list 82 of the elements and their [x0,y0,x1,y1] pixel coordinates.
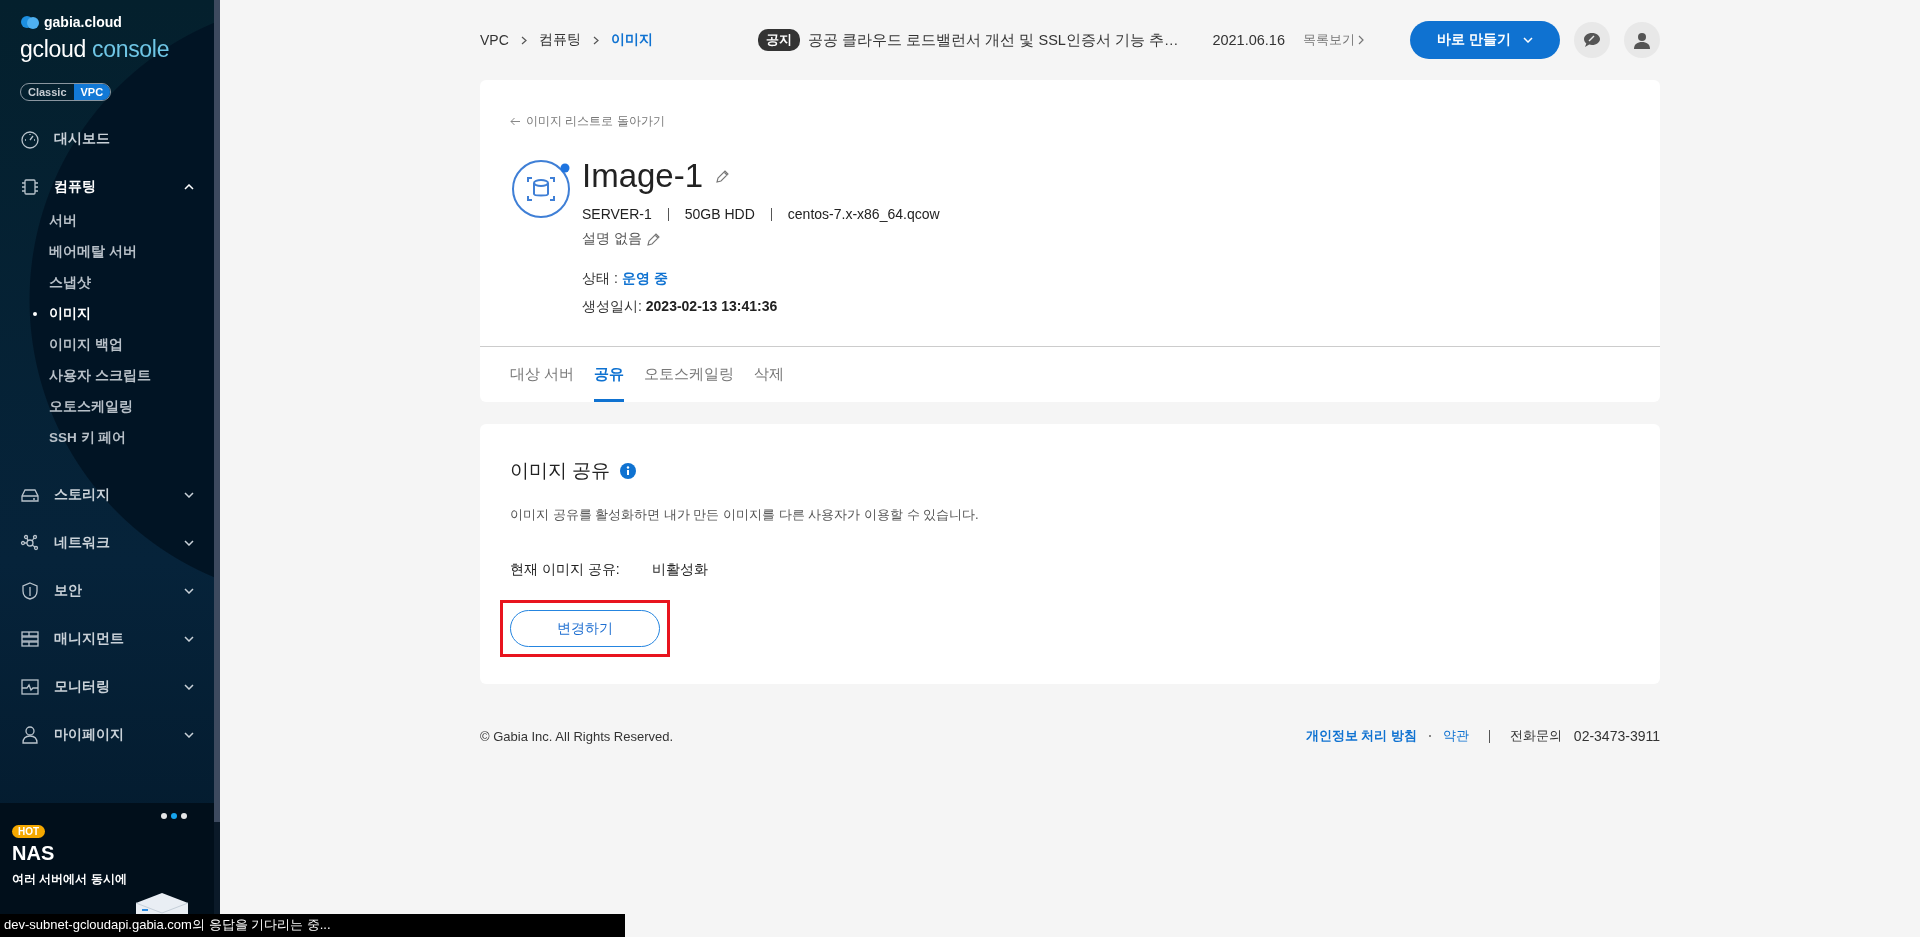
pulse-monitor-icon [20,677,40,697]
chevron-icon [184,684,194,690]
chevron-right-icon [1358,35,1364,45]
nav-item[interactable]: 대시보드 [0,115,214,163]
nav-item[interactable]: 매니지먼트 [0,615,214,663]
pencil-icon[interactable] [645,231,661,247]
back-link[interactable]: 이미지 리스트로 돌아가기 [510,113,665,130]
phone-label: 전화문의 [1509,727,1562,745]
footer-link[interactable]: 약관 [1442,727,1469,745]
scrollbar[interactable] [214,0,220,822]
status-text: 상태 : 운영 중 [582,270,669,288]
chat-button[interactable] [1574,22,1610,58]
gauge-icon [20,129,40,149]
breadcrumb-link[interactable]: 이미지 [610,31,653,49]
pencil-icon[interactable] [715,168,731,184]
nav-item[interactable]: 모니터링 [0,663,214,711]
tab[interactable]: 공유 [594,347,625,402]
chat-bubble-icon [1583,32,1601,48]
nav-subitem[interactable]: SSH 키 페어 [0,422,214,453]
section-title: 이미지 공유 [510,459,611,483]
notice-link[interactable]: 공공 클라우드 로드밸런서 개선 및 SSL인증서 기능 추… [808,30,1179,50]
nav-subitem[interactable]: 스냅샷 [0,267,214,298]
spec-text: 50GB HDD [684,206,755,222]
mode-toggle-option[interactable]: VPC [73,84,111,100]
chevron-icon [184,588,194,594]
spec-text: SERVER-1 [582,206,652,222]
carousel-dot[interactable] [181,813,187,819]
shield-icon [20,581,40,601]
nav-item[interactable]: 네트워크 [0,519,214,567]
brand-name: gabia.cloud [44,14,122,30]
chip-icon [20,177,40,197]
spec-text: centos-7.x-x86_64.qcow [787,206,940,222]
tab[interactable]: 삭제 [754,347,785,402]
user-icon [20,725,40,745]
created-date-text: 생성일시: 2023-02-13 13:41:36 [582,298,779,316]
description-text: 설명 없음 [582,230,642,248]
account-button[interactable] [1624,22,1660,58]
nav-item[interactable]: 마이페이지 [0,711,214,759]
breadcrumb-link[interactable]: 컴퓨팅 [538,31,581,49]
server-rack-icon [20,629,40,649]
hot-badge: HOT [12,825,46,838]
chevron-icon [184,492,194,498]
mode-toggle-option[interactable]: Classic [21,84,74,100]
nav-subitem[interactable]: 베어메탈 서버 [0,236,214,267]
chevron-right-icon [592,35,599,45]
section-description: 이미지 공유를 활성화하면 내가 만든 이미지를 다른 사용자가 이용할 수 있습니다. [510,506,980,524]
chevron-right-icon [520,35,527,45]
network-icon [20,533,40,553]
carousel-dot[interactable] [171,813,177,819]
banner-title: NAS [12,842,56,865]
nav-item[interactable]: 스토리지 [0,471,214,519]
breadcrumb-link[interactable]: VPC [480,32,509,48]
nav-item[interactable]: 보안 [0,567,214,615]
cloud-logo-icon [20,15,40,29]
product-title: gcloud console [20,36,171,63]
copyright-text: © Gabia Inc. All Rights Reserved. [480,728,674,744]
image-name: Image-1 [582,156,704,196]
notice-date: 2021.06.16 [1212,32,1285,48]
create-button[interactable]: 바로 만들기 [1410,21,1560,59]
arrow-left-icon [510,117,520,126]
notice-badge: 공지 [758,29,801,51]
banner-text: 여러 서버에서 동시에 [12,871,128,888]
nav-subitem[interactable]: 이미지 [0,298,214,329]
user-icon [1634,31,1650,49]
phone-number: 02-3473-3911 [1573,728,1660,744]
field-value: 비활성화 [651,561,708,579]
chevron-icon [184,732,194,738]
nav-subitem[interactable]: 사용자 스크립트 [0,360,214,391]
chevron-icon [184,540,194,546]
nav-subitem[interactable]: 오토스케일링 [0,391,214,422]
change-button[interactable]: 변경하기 [510,610,660,647]
footer-link[interactable]: 개인정보 처리 방침 [1305,727,1417,745]
chevron-icon [1522,37,1533,43]
field-label: 현재 이미지 공유: [510,561,620,579]
tab[interactable]: 대상 서버 [510,347,575,402]
info-icon[interactable] [620,463,637,479]
chevron-icon [184,184,194,190]
chevron-icon [184,636,194,642]
tab[interactable]: 오토스케일링 [644,347,735,402]
nav-subitem[interactable]: 이미지 백업 [0,329,214,360]
carousel-dot[interactable] [161,813,167,819]
notice-list-link[interactable]: 목록보기 [1303,31,1364,49]
